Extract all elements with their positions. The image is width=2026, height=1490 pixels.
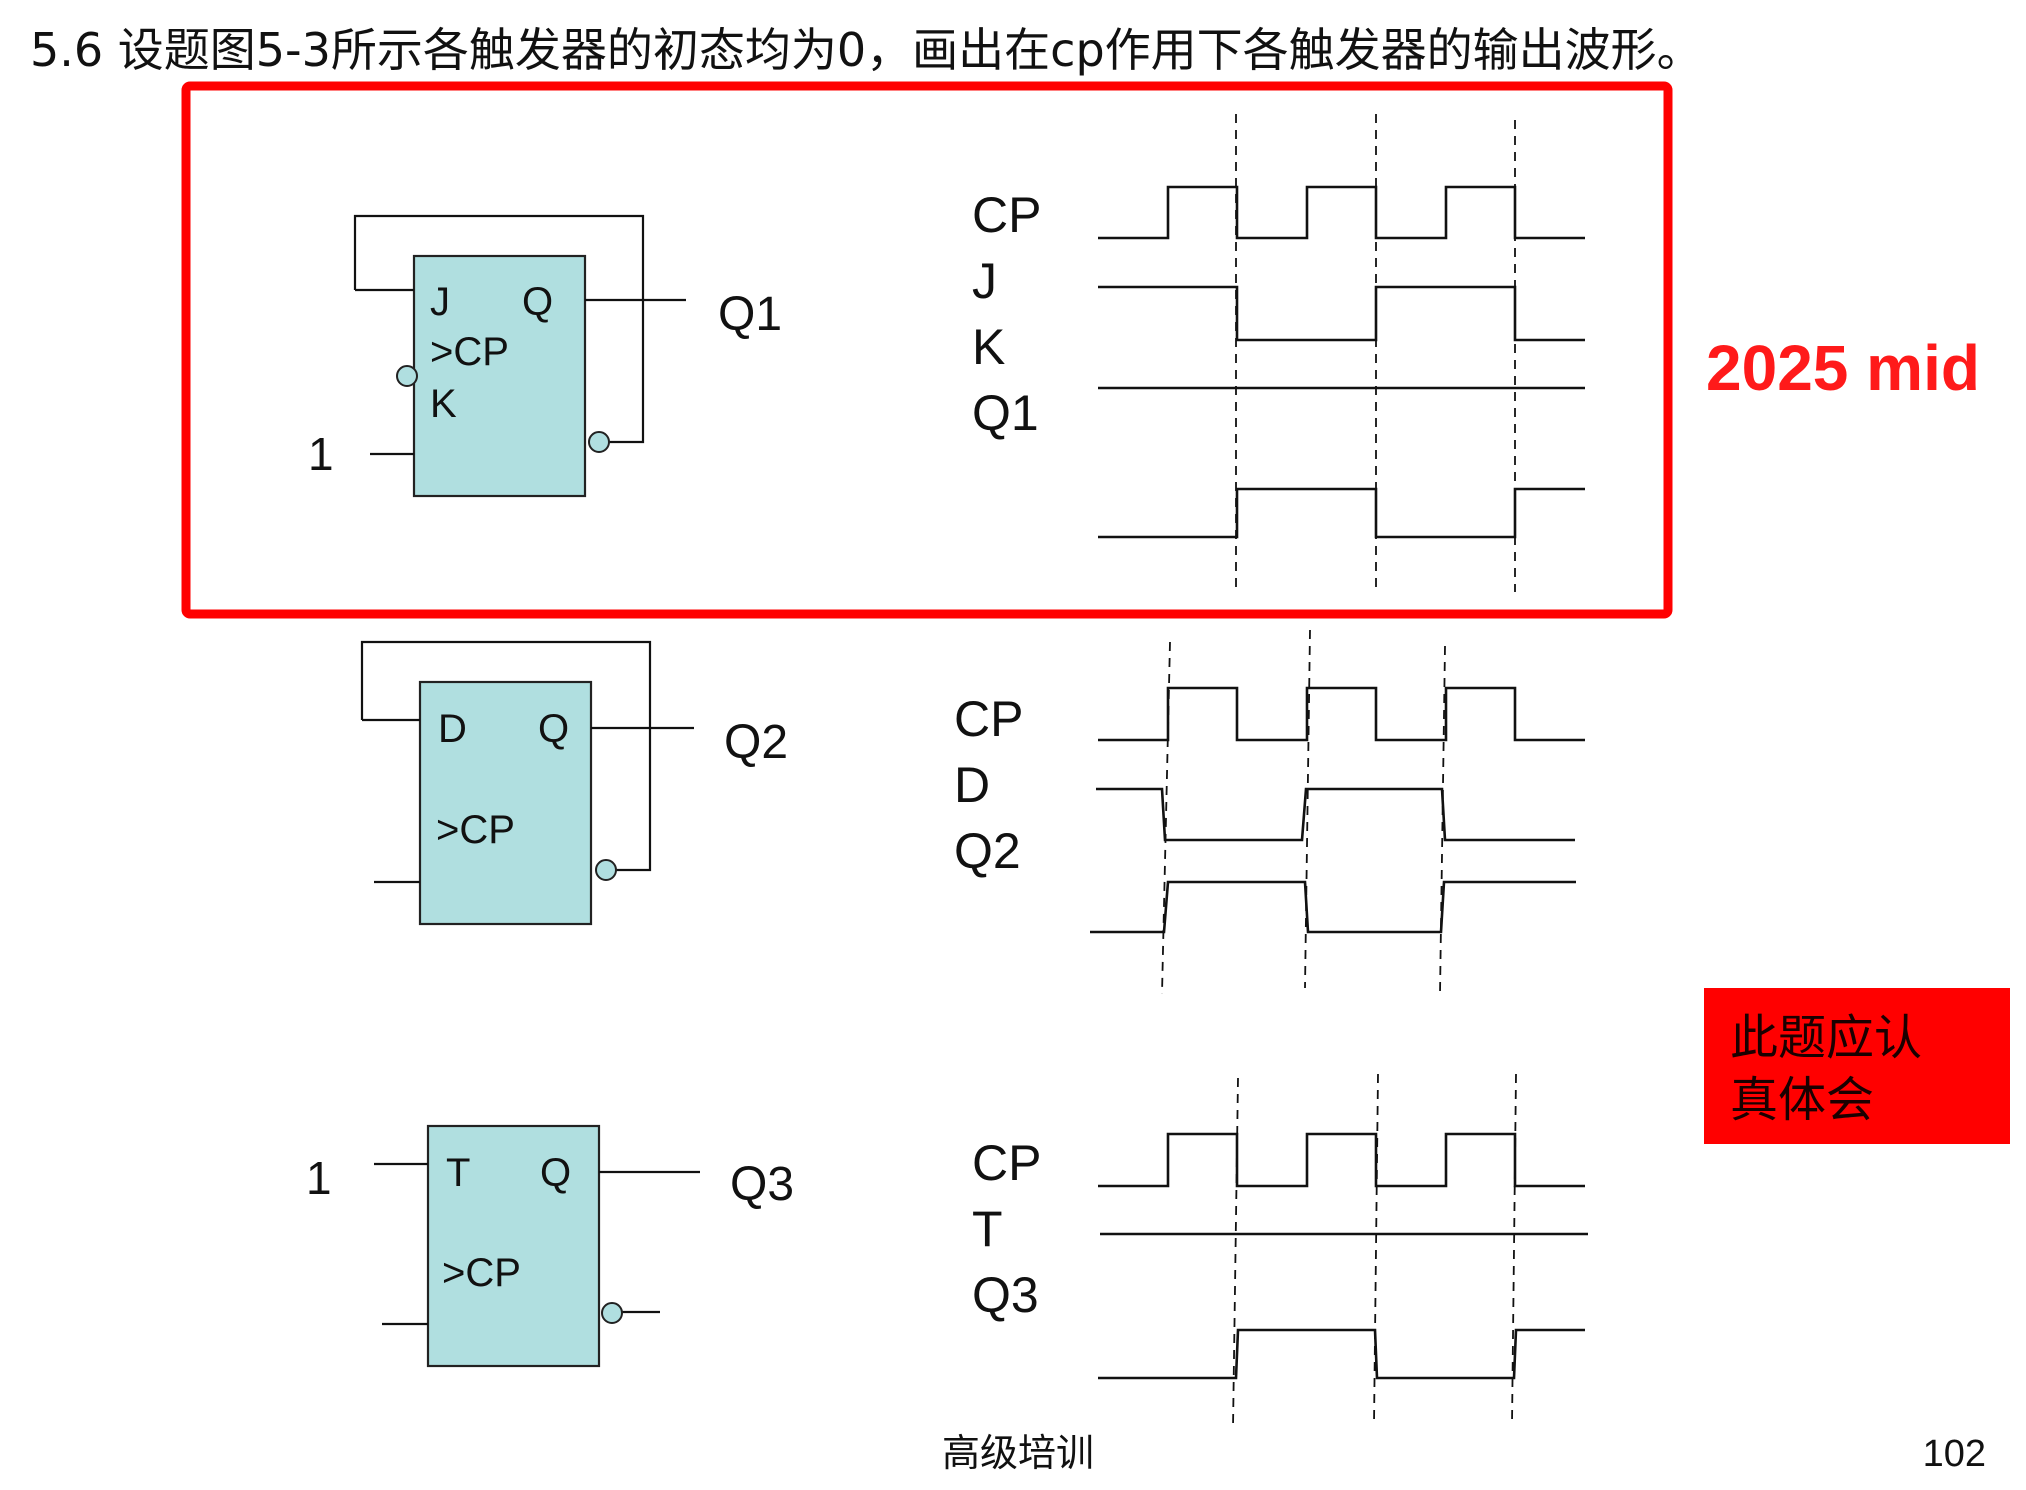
jk-pin-j: J [430, 280, 450, 324]
t-signal-t: T [972, 1201, 1003, 1257]
highlight-frame [181, 81, 1673, 619]
jk-signal-k: K [972, 319, 1005, 375]
jk-qbar-bubble [588, 431, 610, 453]
jk-pin-cp: >CP [430, 330, 509, 374]
d-pin-cp: >CP [436, 808, 515, 852]
exercise-diagram: 5.6 设题图5-3所示各触发器的初态均为0，画出在cp作用下各触发器的输出波形… [30, 23, 2010, 1475]
jk-signal-cp: CP [972, 187, 1041, 243]
footer-center: 高级培训 [942, 1431, 1094, 1475]
t-qbar-bubble [601, 1302, 623, 1324]
d-q2-waveform [1090, 880, 1576, 934]
t-pin-t: T [446, 1151, 470, 1195]
d-output-label: Q2 [724, 716, 788, 769]
d-signal-d: D [954, 757, 990, 813]
t-const-input: 1 [306, 1152, 332, 1204]
t-signal-q3: Q3 [972, 1267, 1039, 1323]
jk-clock-bubble [396, 365, 418, 387]
d-qbar-bubble [595, 859, 617, 881]
note-line-1: 此题应认 [1730, 1010, 1922, 1066]
t-output-label: Q3 [730, 1158, 794, 1211]
d-pin-q: Q [538, 707, 569, 751]
d-cp-waveform [1098, 686, 1585, 742]
d-d-waveform [1096, 787, 1575, 842]
problem-title: 5.6 设题图5-3所示各触发器的初态均为0，画出在cp作用下各触发器的输出波形… [30, 23, 1703, 77]
d-edge-line [1304, 629, 1311, 989]
t-cp-waveform [1098, 1132, 1585, 1188]
t-signal-cp: CP [972, 1135, 1041, 1191]
jk-pin-q: Q [522, 280, 553, 324]
d-signal-q2: Q2 [954, 823, 1021, 879]
jk-cp-waveform [1098, 185, 1585, 240]
jk-output-label: Q1 [718, 288, 782, 341]
jk-signal-j: J [972, 253, 997, 309]
d-flipflop: D Q >CP Q2 [360, 640, 788, 926]
t-pin-q: Q [540, 1151, 571, 1195]
d-pin-d: D [438, 707, 467, 751]
t-pin-cp: >CP [442, 1251, 521, 1295]
d-signal-cp: CP [954, 691, 1023, 747]
jk-flipflop: J Q >CP K 1 Q1 [308, 214, 782, 498]
page-number: 102 [1923, 1433, 1986, 1475]
jk-const-input: 1 [308, 428, 334, 480]
jk-signal-q1: Q1 [972, 385, 1039, 441]
t-flipflop: T Q >CP 1 Q3 [306, 1124, 794, 1368]
jk-q1-waveform [1098, 487, 1585, 539]
year-annotation: 2025 mid [1706, 332, 1980, 404]
jk-j-waveform [1098, 285, 1585, 342]
note-line-2: 真体会 [1730, 1072, 1874, 1128]
jk-pin-k: K [430, 382, 457, 426]
